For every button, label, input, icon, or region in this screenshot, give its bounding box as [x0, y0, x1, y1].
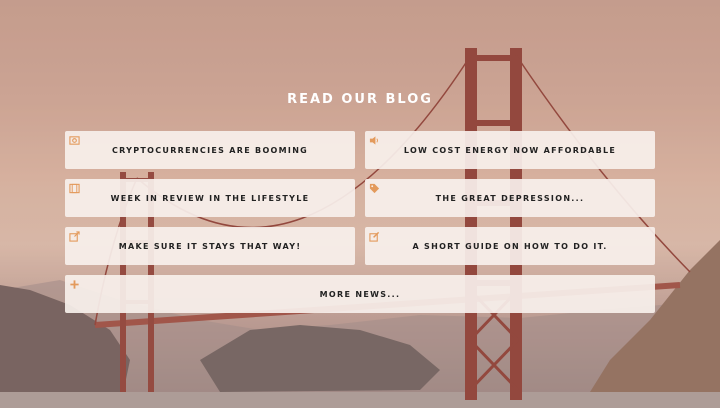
- page-title: READ OUR BLOG: [287, 92, 433, 107]
- blog-post-card[interactable]: A SHORT GUIDE ON HOW TO DO IT.: [365, 227, 655, 265]
- blog-post-card[interactable]: WEEK IN REVIEW IN THE LIFESTYLE: [65, 179, 355, 217]
- blog-post-card[interactable]: CRYPTOCURRENCIES ARE BOOMING: [65, 131, 355, 169]
- external-link-icon: [69, 231, 80, 242]
- blog-post-card[interactable]: MAKE SURE IT STAYS THAT WAY!: [65, 227, 355, 265]
- film-icon: [69, 183, 80, 194]
- volume-icon: [369, 135, 380, 146]
- blog-post-title: CRYPTOCURRENCIES ARE BOOMING: [111, 145, 309, 155]
- blog-post-title: MAKE SURE IT STAYS THAT WAY!: [118, 241, 302, 251]
- plus-icon: [69, 279, 80, 290]
- more-news-label: MORE NEWS...: [319, 289, 401, 299]
- blog-post-title: THE GREAT DEPRESSION...: [435, 193, 585, 203]
- tags-icon: [369, 183, 380, 194]
- blog-post-card[interactable]: THE GREAT DEPRESSION...: [365, 179, 655, 217]
- blog-grid: CRYPTOCURRENCIES ARE BOOMING LOW COST EN…: [65, 131, 655, 313]
- image-icon: [69, 135, 80, 146]
- more-news-button[interactable]: MORE NEWS...: [65, 275, 655, 313]
- edit-icon: [369, 231, 380, 242]
- blog-post-title: WEEK IN REVIEW IN THE LIFESTYLE: [110, 193, 310, 203]
- blog-post-card[interactable]: LOW COST ENERGY NOW AFFORDABLE: [365, 131, 655, 169]
- blog-post-title: A SHORT GUIDE ON HOW TO DO IT.: [412, 241, 608, 251]
- blog-post-title: LOW COST ENERGY NOW AFFORDABLE: [403, 145, 617, 155]
